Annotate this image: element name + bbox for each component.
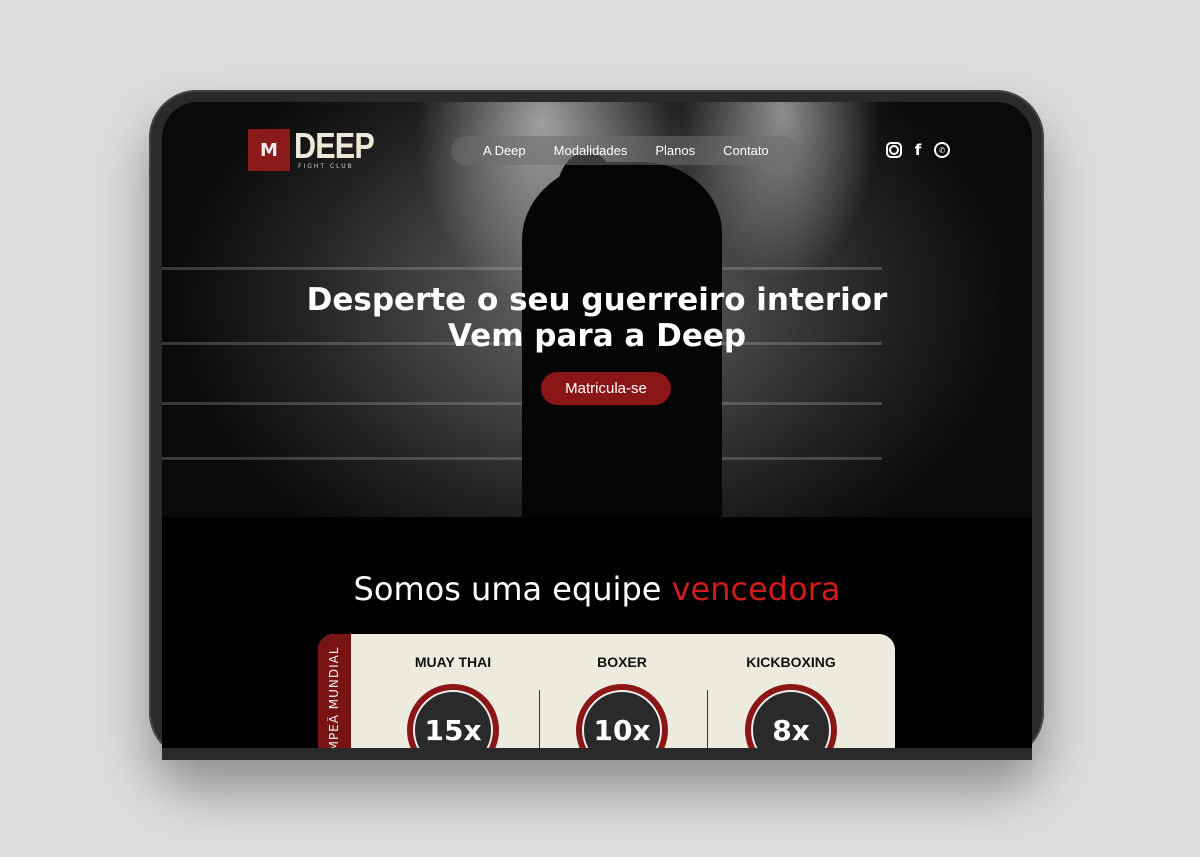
facebook-icon[interactable]: f (910, 141, 926, 159)
section-title: Somos uma equipe vencedora (162, 570, 1032, 608)
stat-label: MUAY THAI (414, 654, 492, 670)
stat-label: KICKBOXING (746, 654, 836, 670)
hero-title: Desperte o seu guerreiro interior Vem pa… (162, 282, 1032, 354)
stat-value: 15x (413, 690, 493, 748)
stat-value: 10x (582, 690, 662, 748)
stat-badge: 10x (576, 684, 668, 748)
section-title-text: Somos uma equipe (353, 570, 672, 608)
stat-badge: 8x (745, 684, 837, 748)
section-title-accent: vencedora (671, 570, 841, 608)
main-nav: A Deep Modalidades Planos Contato (451, 136, 797, 165)
bezel-bottom (162, 748, 1032, 760)
card-side-banner: CAMPEÃ MUNDIAL (318, 634, 351, 748)
nav-planos[interactable]: Planos (655, 143, 695, 158)
logo[interactable]: M DEEP FIGHT CLUB (248, 125, 388, 171)
nav-a-deep[interactable]: A Deep (483, 143, 526, 158)
stat-badge: 15x (407, 684, 499, 748)
hero-line-2: Vem para a Deep (447, 318, 747, 354)
card-side-label: CAMPEÃ MUNDIAL (327, 646, 341, 748)
screen: M DEEP FIGHT CLUB A Deep Modalidades Pla… (162, 102, 1032, 748)
enroll-button[interactable]: Matricula-se (541, 372, 671, 405)
social-links: f ✆ (886, 141, 950, 159)
stat-boxer: BOXER 10x (537, 634, 707, 748)
titles-card: CAMPEÃ MUNDIAL MUAY THAI 15x BOXER 10x KIC… (318, 634, 895, 748)
stat-value: 8x (751, 690, 831, 748)
nav-modalidades[interactable]: Modalidades (554, 143, 628, 158)
logo-mark: M (248, 129, 290, 171)
nav-contato[interactable]: Contato (723, 143, 769, 158)
logo-word: DEEP (294, 125, 375, 166)
stat-muay-thai: MUAY THAI 15x (368, 634, 538, 748)
whatsapp-icon[interactable]: ✆ (934, 142, 950, 158)
stat-kickboxing: KICKBOXING 8x (706, 634, 876, 748)
stat-label: BOXER (597, 654, 647, 670)
instagram-icon[interactable] (886, 142, 902, 158)
hero-line-1: Desperte o seu guerreiro interior (306, 282, 888, 318)
